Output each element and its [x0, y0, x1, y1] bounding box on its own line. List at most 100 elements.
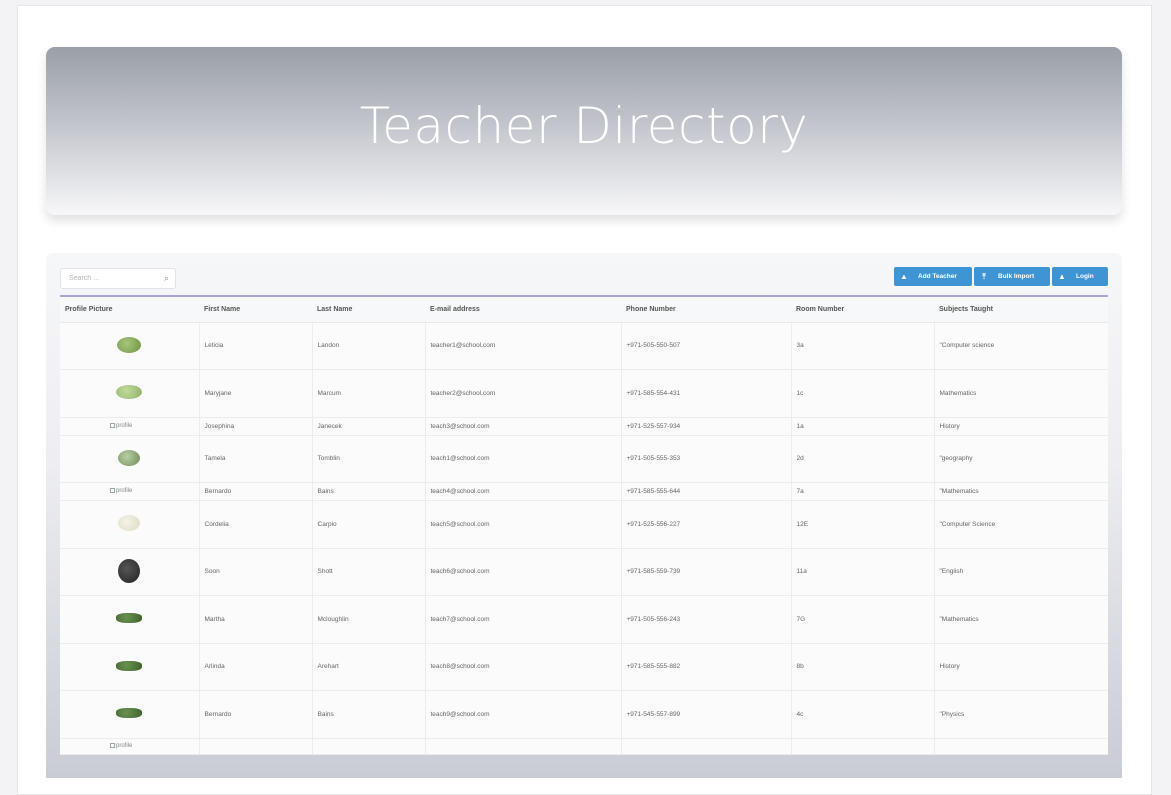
broken-image-icon — [110, 488, 115, 494]
table-row[interactable]: Leticia Landon teacher1@school.com +971-… — [60, 322, 1108, 370]
room-cell: 12E — [791, 500, 935, 549]
subjects-cell: "Mathematics — [934, 482, 1108, 501]
phone-cell: +971-545-557-899 — [621, 690, 792, 739]
last-name-cell: Shott — [312, 548, 426, 596]
profile-picture-cell — [60, 643, 200, 691]
profile-picture-cell — [60, 548, 200, 596]
room-cell: 7G — [791, 595, 935, 644]
broken-image-icon — [110, 742, 115, 748]
last-name-cell: Mcloughlin — [312, 595, 426, 644]
profile-picture — [117, 336, 142, 353]
column-header[interactable]: First Name — [199, 297, 312, 323]
table-row[interactable]: Arlinda Arehart teach8@school.com +971-5… — [60, 643, 1108, 691]
profile-picture-cell — [60, 369, 200, 418]
column-header[interactable]: E-mail address — [425, 297, 621, 323]
search-icon[interactable]: ⌕ — [164, 273, 169, 284]
room-cell: 4c — [791, 690, 935, 739]
last-name-cell: Arehart — [312, 643, 426, 691]
phone-cell: +971-505-556-243 — [621, 595, 792, 644]
room-cell: 1a — [791, 417, 935, 436]
email-cell: teach1@school.com — [425, 435, 622, 483]
teacher-table: Profile Picture First Name Last Name E-m… — [60, 295, 1108, 755]
last-name-cell: Carpio — [312, 500, 426, 549]
phone-cell: +971-585-555-882 — [621, 643, 792, 691]
last-name-cell: Bains — [312, 690, 426, 739]
profile-picture-cell: profile — [60, 738, 200, 755]
room-cell: 7a — [791, 482, 935, 501]
empty-cell — [312, 738, 426, 755]
profile-picture — [116, 708, 143, 719]
phone-cell: +971-585-555-644 — [621, 482, 792, 501]
table-row[interactable]: Tamela Tomblin teach1@school.com +971-50… — [60, 435, 1108, 483]
search-input[interactable] — [69, 275, 159, 282]
table-row[interactable]: Martha Mcloughlin teach7@school.com +971… — [60, 595, 1108, 644]
table-row[interactable]: profile Bernardo Bains teach4@school.com… — [60, 482, 1108, 501]
phone-cell: +971-585-554-431 — [621, 369, 792, 418]
add-teacher-button[interactable]: ▲ Add Teacher — [894, 267, 972, 286]
subjects-cell: "Computer Science — [934, 500, 1108, 549]
first-name-cell: Maryjane — [199, 369, 313, 418]
subjects-cell: "Mathematics — [934, 595, 1108, 644]
room-cell: 2d — [791, 435, 935, 483]
profile-picture-cell — [60, 500, 200, 549]
table-row[interactable]: Cordelia Carpio teach5@school.com +971-5… — [60, 500, 1108, 549]
broken-image-icon — [110, 422, 115, 428]
profile-picture-cell: profile — [60, 417, 200, 436]
profile-picture-cell: profile — [60, 482, 200, 501]
table-row[interactable]: profile Josephina Janecek teach3@school.… — [60, 417, 1108, 436]
room-cell: 3a — [791, 322, 935, 370]
email-cell: teach7@school.com — [425, 595, 622, 644]
column-header[interactable]: Last Name — [312, 297, 425, 323]
empty-cell — [791, 738, 935, 755]
first-name-cell: Arlinda — [199, 643, 313, 691]
email-cell: teach8@school.com — [425, 643, 622, 691]
phone-cell: +971-505-550-507 — [621, 322, 792, 370]
search-box[interactable]: ⌕ — [60, 268, 176, 289]
subjects-cell: "Physics — [934, 690, 1108, 739]
profile-picture — [118, 558, 141, 583]
empty-cell — [425, 738, 622, 755]
subjects-cell: Mathematics — [934, 369, 1108, 418]
email-cell: teacher1@school.com — [425, 322, 622, 370]
profile-picture-cell — [60, 322, 200, 370]
email-cell: teach5@school.com — [425, 500, 622, 549]
login-label: Login — [1076, 273, 1094, 280]
room-cell: 1c — [791, 369, 935, 418]
phone-cell: +971-525-556-227 — [621, 500, 792, 549]
phone-cell: +971-525-557-934 — [621, 417, 792, 436]
add-teacher-label: Add Teacher — [918, 273, 957, 280]
column-header[interactable]: Profile Picture — [60, 297, 199, 323]
email-cell: teach6@school.com — [425, 548, 622, 596]
bulk-import-label: Bulk Import — [998, 273, 1035, 280]
table-row[interactable]: Bernardo Bains teach9@school.com +971-54… — [60, 690, 1108, 739]
last-name-cell: Janecek — [312, 417, 426, 436]
profile-picture-cell — [60, 690, 200, 739]
profile-picture-cell — [60, 595, 200, 644]
login-button[interactable]: ▲ Login — [1052, 267, 1108, 286]
table-row[interactable]: profile — [60, 738, 1108, 755]
bulk-import-button[interactable]: ⤒ Bulk Import — [974, 267, 1050, 286]
table-row[interactable]: Maryjane Marcum teacher2@school.com +971… — [60, 369, 1108, 418]
subjects-cell: History — [934, 643, 1108, 691]
empty-cell — [934, 738, 1108, 755]
last-name-cell: Tomblin — [312, 435, 426, 483]
profile-picture — [116, 613, 143, 624]
first-name-cell: Soon — [199, 548, 313, 596]
phone-cell: +971-505-555-353 — [621, 435, 792, 483]
table-row[interactable]: Soon Shott teach6@school.com +971-585-55… — [60, 548, 1108, 596]
page-title: Teacher Directory — [359, 97, 809, 155]
empty-cell — [621, 738, 792, 755]
column-header[interactable]: Subjects Taught — [934, 297, 1108, 323]
page-header: Teacher Directory — [46, 47, 1122, 215]
first-name-cell: Tamela — [199, 435, 313, 483]
subjects-cell: History — [934, 417, 1108, 436]
email-cell: teacher2@school.com — [425, 369, 622, 418]
last-name-cell: Landon — [312, 322, 426, 370]
profile-picture — [116, 385, 143, 400]
column-header[interactable]: Phone Number — [621, 297, 791, 323]
subjects-cell: "English — [934, 548, 1108, 596]
column-header[interactable]: Room Number — [791, 297, 934, 323]
broken-image-alt: profile — [116, 488, 133, 495]
profile-picture — [118, 515, 141, 532]
subjects-cell: "geography — [934, 435, 1108, 483]
